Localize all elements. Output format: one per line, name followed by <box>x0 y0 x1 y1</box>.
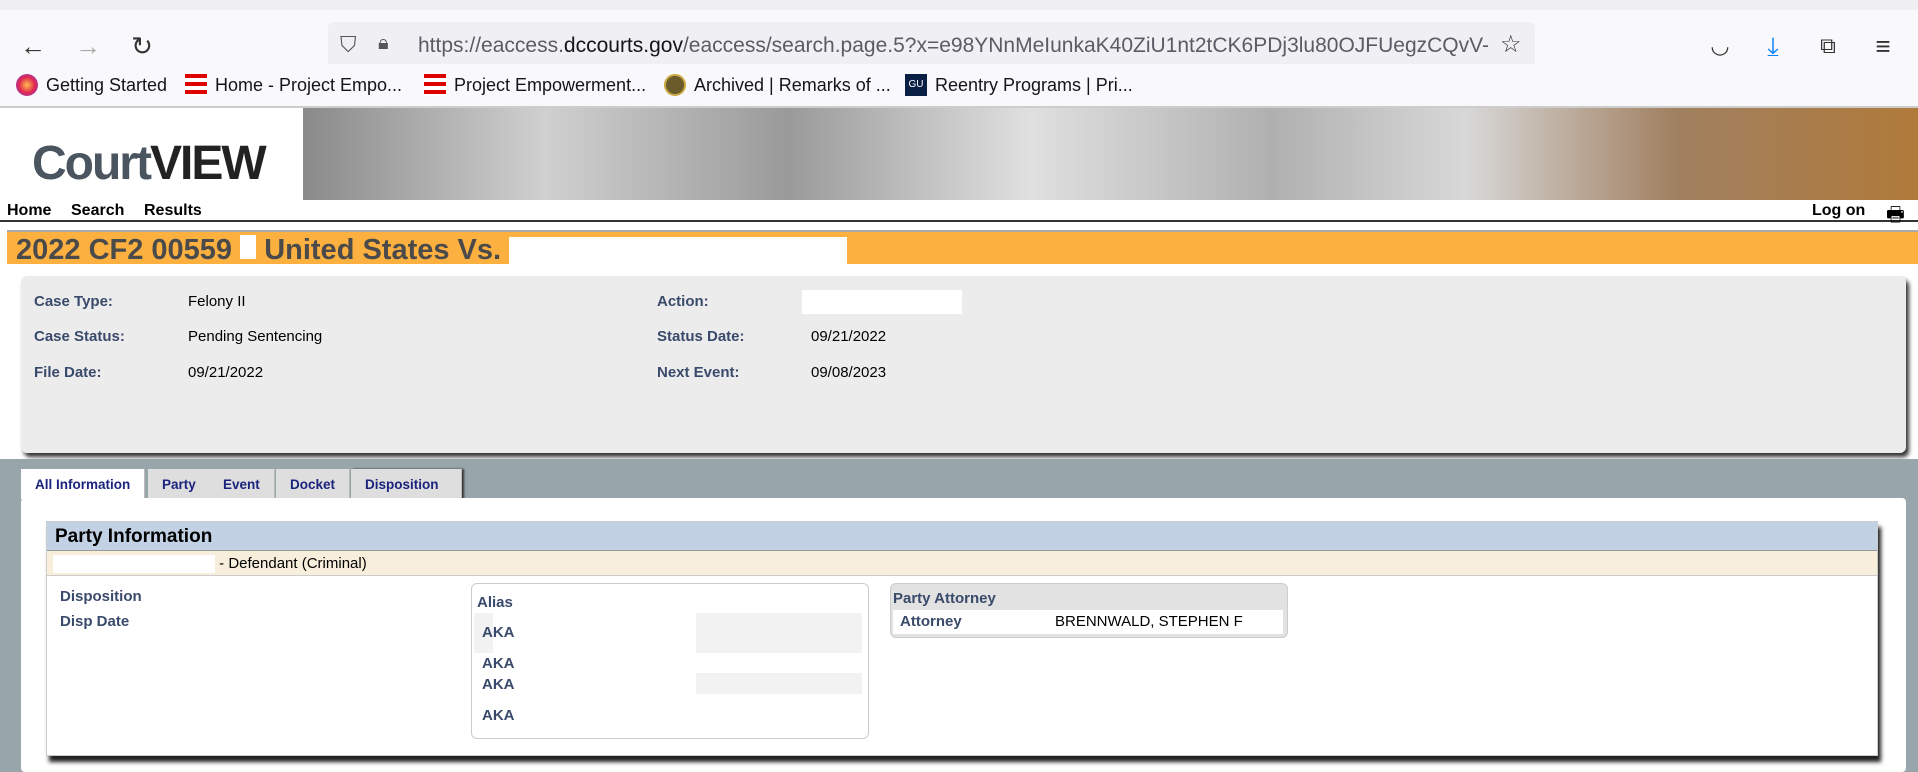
attorney-label: Attorney <box>900 613 962 630</box>
redacted-defendant-name <box>509 237 848 266</box>
firefox-icon <box>16 74 38 96</box>
address-bar[interactable]: ⛉ 🔒︎ https://eaccess.dccourts.gov/eacces… <box>328 22 1535 68</box>
case-status-label: Case Status: <box>34 328 125 345</box>
party-information-section: Party Information - Defendant (Criminal)… <box>46 521 1878 756</box>
next-event-label: Next Event: <box>657 364 740 381</box>
nav-results[interactable]: Results <box>144 202 202 220</box>
party-attorney-box: Party Attorney Attorney BRENNWALD, STEPH… <box>890 583 1288 638</box>
bookmarks-bar: Getting Started Home - Project Empo... P… <box>0 64 1918 108</box>
case-type-label: Case Type: <box>34 293 113 310</box>
alias-aka-label: AKA <box>482 676 515 693</box>
url-path: /eaccess/search.page.5?x=e98YNnMeIunkaK4… <box>682 34 1488 57</box>
browser-toolbar: ← → ↻ ⛉ 🔒︎ https://eaccess.dccourts.gov/… <box>0 10 1918 68</box>
site-nav: Home Search Results Log on 🖶 <box>0 200 1918 226</box>
nav-home[interactable]: Home <box>7 202 51 220</box>
alias-header: Alias <box>477 594 513 611</box>
back-icon[interactable]: ← <box>15 28 51 64</box>
bookmark-label: Home - Project Empo... <box>215 74 403 95</box>
file-date-value: 09/21/2022 <box>188 364 264 381</box>
redacted-party-name <box>53 555 215 574</box>
courtview-logo[interactable]: CourtVIEW <box>0 108 303 200</box>
dc-flag-icon <box>185 74 207 96</box>
tab-disposition[interactable]: Disposition <box>351 469 462 499</box>
tab-party[interactable]: Party <box>148 469 211 499</box>
logon-link[interactable]: Log on <box>1812 202 1865 220</box>
file-date-label: File Date: <box>34 364 102 381</box>
banner-image <box>303 108 1918 200</box>
alias-box: Alias AKA AKA AKA AKA <box>471 583 869 739</box>
bookmark-getting-started[interactable]: Getting Started <box>16 74 167 96</box>
bookmark-label: Getting Started <box>46 74 168 95</box>
party-role: - Defendant (Criminal) <box>219 555 367 572</box>
action-value-redacted <box>802 290 962 314</box>
bookmark-label: Reentry Programs | Pri... <box>935 74 1133 95</box>
case-caption: United States Vs. <box>264 234 502 266</box>
case-status-value: Pending Sentencing <box>188 328 323 345</box>
tab-event[interactable]: Event <box>209 469 275 499</box>
party-information-header: Party Information <box>47 522 1877 550</box>
party-attorney-header: Party Attorney <box>893 590 996 607</box>
case-type-value: Felony II <box>188 293 246 310</box>
alias-aka-label: AKA <box>482 707 515 724</box>
defendant-row: - Defendant (Criminal) <box>47 550 1877 576</box>
case-header: 2022 CF2 00559 United States Vs. <box>7 230 1918 267</box>
url-domain: dccourts.gov <box>563 34 683 57</box>
status-date-value: 09/21/2022 <box>811 328 887 345</box>
site-banner: CourtVIEW <box>0 108 1918 200</box>
bookmark-archived-remarks[interactable]: Archived | Remarks of ... <box>664 74 891 96</box>
shield-icon[interactable]: ⛉ <box>340 32 357 58</box>
reload-icon[interactable]: ↻ <box>124 28 160 64</box>
alias-aka-label: AKA <box>482 655 515 672</box>
status-date-label: Status Date: <box>657 328 745 345</box>
attorney-row: Attorney BRENNWALD, STEPHEN F <box>893 610 1283 634</box>
tab-docket[interactable]: Docket <box>276 469 351 499</box>
alias-value-redacted <box>696 613 862 653</box>
case-title: 2022 CF2 00559 United States Vs. <box>16 234 848 267</box>
disposition-label: Disposition <box>60 588 142 605</box>
bookmark-project-empowerment[interactable]: Project Empowerment... <box>424 74 646 96</box>
alias-aka-label: AKA <box>482 624 515 641</box>
extensions-icon[interactable]: ⧉ <box>1810 28 1846 64</box>
nav-search[interactable]: Search <box>71 202 124 220</box>
print-icon[interactable]: 🖶 <box>1886 200 1905 234</box>
pocket-icon[interactable]: ◡ <box>1702 28 1738 64</box>
disp-date-label: Disp Date <box>60 613 130 630</box>
browser-tab-strip <box>0 0 1918 10</box>
tab-all-information[interactable]: All Information <box>21 469 146 499</box>
doj-seal-icon <box>664 74 686 96</box>
bookmark-home-project[interactable]: Home - Project Empo... <box>185 74 402 96</box>
case-info-panel: Case Type: Felony II Case Status: Pendin… <box>21 276 1906 453</box>
forward-icon[interactable]: → <box>70 28 106 64</box>
action-label: Action: <box>657 293 709 310</box>
bookmark-reentry-programs[interactable]: GU Reentry Programs | Pri... <box>905 74 1133 96</box>
url-prefix: https://eaccess. <box>418 34 564 57</box>
dc-flag-icon <box>424 74 446 96</box>
download-icon[interactable]: ⤓ <box>1755 28 1791 64</box>
redacted <box>240 235 257 259</box>
bookmark-star-icon[interactable]: ☆ <box>1500 30 1522 59</box>
logo-text: CourtVIEW <box>32 137 267 190</box>
attorney-name: BRENNWALD, STEPHEN F <box>1055 613 1243 630</box>
bookmark-label: Archived | Remarks of ... <box>694 74 891 95</box>
lock-icon[interactable]: 🔒︎ <box>378 32 389 55</box>
alias-value-redacted <box>696 673 862 694</box>
case-number: 2022 CF2 00559 <box>16 234 233 266</box>
url-text[interactable]: https://eaccess.dccourts.gov/eaccess/sea… <box>418 34 1488 58</box>
bookmark-label: Project Empowerment... <box>454 74 647 95</box>
next-event-value: 09/08/2023 <box>811 364 887 381</box>
menu-icon[interactable]: ≡ <box>1865 28 1901 64</box>
georgetown-icon: GU <box>905 74 927 96</box>
